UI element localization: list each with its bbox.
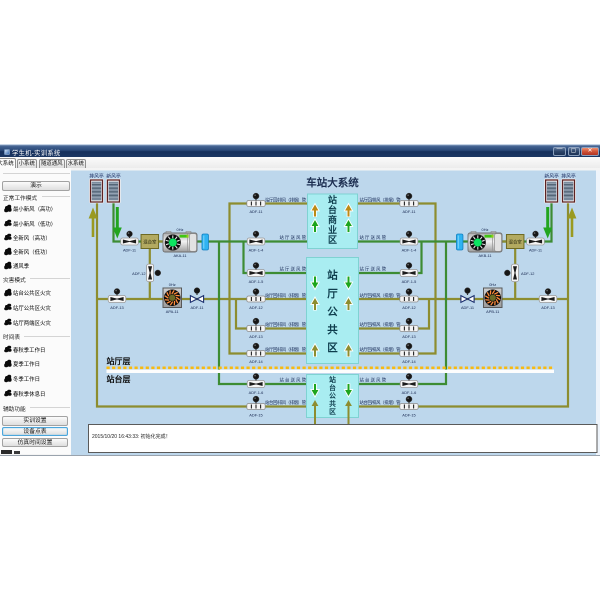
svg-text:ADF-12: ADF-12 <box>521 271 534 276</box>
svg-text:ADF-1-4: ADF-1-4 <box>249 247 265 252</box>
svg-text:站厅回/排风（排烟）管: 站厅回/排风（排烟）管 <box>360 346 402 353</box>
svg-text:ADF-1-6: ADF-1-6 <box>402 390 417 395</box>
svg-text:0Hz: 0Hz <box>489 282 496 287</box>
svg-text:ADF-11: ADF-11 <box>249 209 262 214</box>
svg-text:台: 台 <box>328 204 337 215</box>
svg-text:排风亭: 排风亭 <box>89 173 104 180</box>
svg-text:站厅回/排风（排烟）管: 站厅回/排风（排烟）管 <box>265 321 307 328</box>
svg-text:ADF-12: ADF-12 <box>249 305 262 310</box>
svg-text:新风亭: 新风亭 <box>544 173 559 180</box>
svg-text:站厅回/排风（排烟）管: 站厅回/排风（排烟）管 <box>265 346 307 353</box>
svg-text:0Hz: 0Hz <box>169 282 176 287</box>
svg-text:站厅送风管: 站厅送风管 <box>360 234 387 241</box>
svg-text:ADF-11: ADF-11 <box>529 247 542 252</box>
svg-text:站: 站 <box>329 375 336 384</box>
svg-text:ADF-13: ADF-13 <box>249 334 262 339</box>
svg-text:ADF-13: ADF-13 <box>541 305 554 310</box>
svg-text:ADF-14: ADF-14 <box>402 359 416 364</box>
svg-text:车站大系统: 车站大系统 <box>306 176 359 189</box>
svg-text:ADF-1-5: ADF-1-5 <box>402 279 417 284</box>
svg-text:站厅回/排风（排烟）管: 站厅回/排风（排烟）管 <box>265 196 307 203</box>
svg-text:区: 区 <box>329 408 336 416</box>
svg-text:厅: 厅 <box>327 288 338 300</box>
svg-text:站厅送风管: 站厅送风管 <box>360 265 387 272</box>
svg-text:新风亭: 新风亭 <box>106 173 121 180</box>
svg-text:公: 公 <box>327 306 338 318</box>
svg-text:ADF-11: ADF-11 <box>123 247 136 252</box>
svg-text:站台回/排风（排烟）管: 站台回/排风（排烟）管 <box>360 399 402 406</box>
svg-text:0Hz: 0Hz <box>177 227 184 232</box>
svg-text:区: 区 <box>327 342 338 354</box>
svg-text:台: 台 <box>329 383 336 392</box>
svg-text:AKB-11: AKB-11 <box>478 253 491 258</box>
svg-text:公: 公 <box>329 392 336 400</box>
svg-text:站: 站 <box>327 269 338 282</box>
svg-text:ADF-1-6: ADF-1-6 <box>249 390 264 395</box>
svg-text:ADF-15: ADF-15 <box>249 412 262 417</box>
svg-text:站厅回/排风（排烟）管: 站厅回/排风（排烟）管 <box>360 321 402 328</box>
svg-text:ADF-11: ADF-11 <box>402 209 415 214</box>
svg-text:站厅回/排风（排烟）管: 站厅回/排风（排烟）管 <box>360 292 402 299</box>
svg-text:站厅层: 站厅层 <box>107 356 131 366</box>
svg-text:商: 商 <box>328 214 337 225</box>
svg-text:排风亭: 排风亭 <box>561 173 576 180</box>
svg-text:APB-11: APB-11 <box>486 309 499 314</box>
svg-text:ADF-1-5: ADF-1-5 <box>249 279 264 284</box>
svg-text:站台送风管: 站台送风管 <box>280 377 307 384</box>
svg-text:共: 共 <box>327 323 338 336</box>
svg-text:ADF-1-4: ADF-1-4 <box>402 247 418 252</box>
svg-text:ADF-13: ADF-13 <box>110 305 123 310</box>
svg-text:ADF-15: ADF-15 <box>402 412 415 417</box>
svg-text:站台送风管: 站台送风管 <box>360 377 387 384</box>
svg-text:ADF-11: ADF-11 <box>190 305 203 310</box>
svg-text:业: 业 <box>328 224 337 235</box>
svg-text:站厅送风管: 站厅送风管 <box>280 234 307 241</box>
svg-text:ADF-12: ADF-12 <box>402 305 415 310</box>
svg-text:ADF-11: ADF-11 <box>461 305 474 310</box>
svg-text:ADF-13: ADF-13 <box>402 334 415 339</box>
svg-text:ADF-12: ADF-12 <box>132 271 145 276</box>
svg-text:站台回/排风（排烟）管: 站台回/排风（排烟）管 <box>265 399 307 406</box>
svg-text:APA-11: APA-11 <box>166 309 179 314</box>
svg-text:2015/10/20 16:43:33: 初始化完成！: 2015/10/20 16:43:33: 初始化完成！ <box>92 433 171 440</box>
svg-text:AKA-11: AKA-11 <box>173 253 186 258</box>
svg-text:站台层: 站台层 <box>107 374 131 384</box>
svg-text:站厅回/排风（排烟）管: 站厅回/排风（排烟）管 <box>360 196 402 203</box>
svg-text:0Hz: 0Hz <box>482 227 489 232</box>
svg-text:站厅送风管: 站厅送风管 <box>280 265 307 272</box>
svg-text:共: 共 <box>329 399 336 408</box>
svg-text:ADF-14: ADF-14 <box>249 359 263 364</box>
svg-text:站厅回/排风（排烟）管: 站厅回/排风（排烟）管 <box>265 292 307 299</box>
svg-text:站: 站 <box>328 194 337 205</box>
svg-text:区: 区 <box>328 235 337 245</box>
